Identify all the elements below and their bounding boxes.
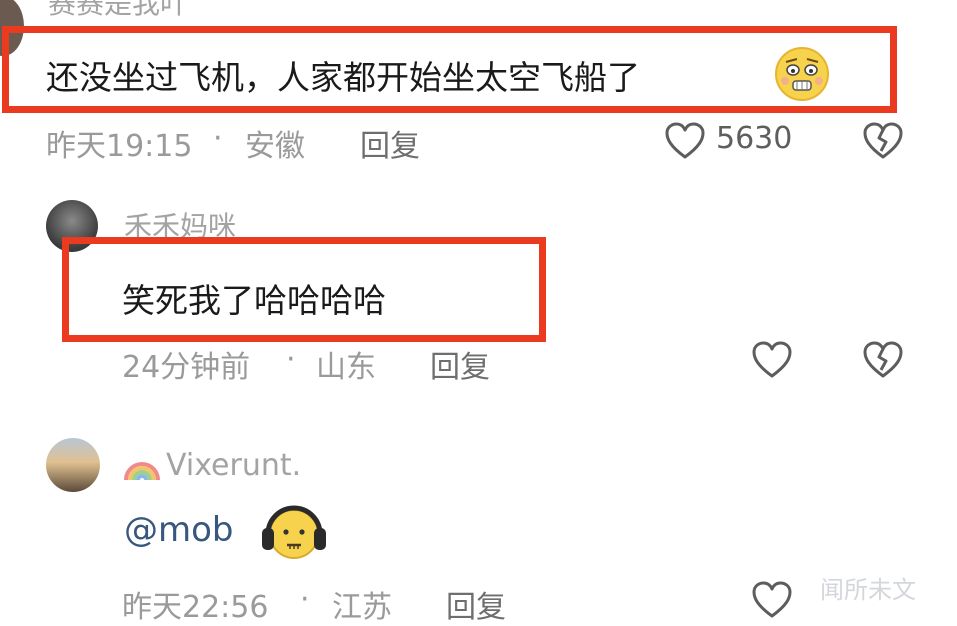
watermark: 闻所未文 (820, 576, 916, 604)
comment-1-like-count: 5630 (716, 121, 793, 156)
comment-2-reply-button[interactable]: 回复 (430, 342, 490, 386)
separator-dot: · (300, 582, 310, 617)
comment-2-text: 笑死我了哈哈哈哈 (122, 281, 386, 320)
separator-dot: · (213, 121, 223, 156)
like-heart-icon[interactable] (664, 121, 706, 161)
comment-2-location: 山东 (316, 350, 376, 385)
like-heart-icon[interactable] (751, 340, 793, 380)
comment-3-reply-button[interactable]: 回复 (446, 582, 506, 626)
broken-heart-icon[interactable] (862, 121, 904, 161)
comment-3-location: 江苏 (332, 590, 392, 625)
like-heart-icon[interactable] (751, 580, 793, 620)
comment-3-time: 昨天22:56 (122, 590, 269, 625)
scared-face-emoji (773, 45, 831, 103)
comment-1-location: 安徽 (245, 129, 305, 164)
comment-3-username[interactable]: Vixerunt. (166, 448, 301, 483)
comment-3-mention-link[interactable]: @mob (124, 510, 234, 550)
comment-1-reply-button[interactable]: 回复 (360, 121, 420, 165)
comment-1-username[interactable]: 赛赛是我吖 (48, 0, 188, 22)
comment-2-time: 24分钟前 (122, 350, 251, 385)
separator-dot: · (286, 342, 296, 377)
headphones-face-emoji (258, 500, 330, 564)
comment-1-text: 还没坐过飞机，人家都开始坐太空飞船了 (46, 58, 640, 97)
comment-3-avatar[interactable] (46, 438, 100, 492)
comment-1-time: 昨天19:15 (46, 129, 193, 164)
rainbow-emoji (122, 448, 162, 484)
broken-heart-icon[interactable] (862, 340, 904, 380)
